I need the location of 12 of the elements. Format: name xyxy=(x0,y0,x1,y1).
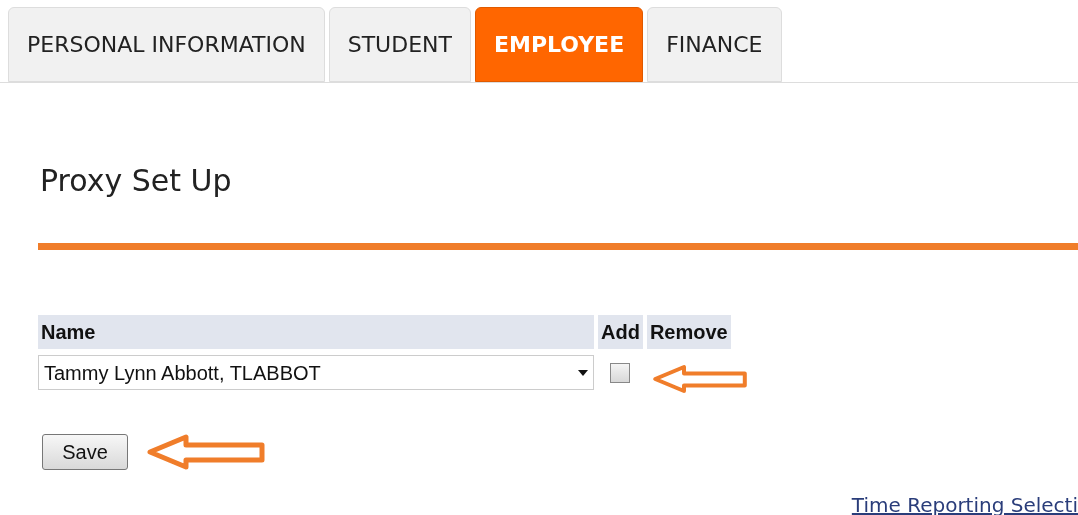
column-header: Remove xyxy=(646,315,731,349)
add-checkbox[interactable] xyxy=(610,362,630,383)
caret-icon xyxy=(578,369,588,376)
save-button[interactable]: Save xyxy=(42,434,128,470)
tab[interactable]: PERSONAL INFORMATION xyxy=(8,7,325,82)
tab[interactable]: FINANCE xyxy=(647,7,782,82)
column-header: Name xyxy=(38,315,594,349)
arrow-icon xyxy=(146,434,266,470)
name-dropdown[interactable]: Tammy Lynn Abbott, TLABBOT xyxy=(38,355,594,390)
page-title: Proxy Set Up xyxy=(40,162,232,200)
column-header: Add xyxy=(598,315,643,349)
tab[interactable]: STUDENT xyxy=(328,7,471,82)
